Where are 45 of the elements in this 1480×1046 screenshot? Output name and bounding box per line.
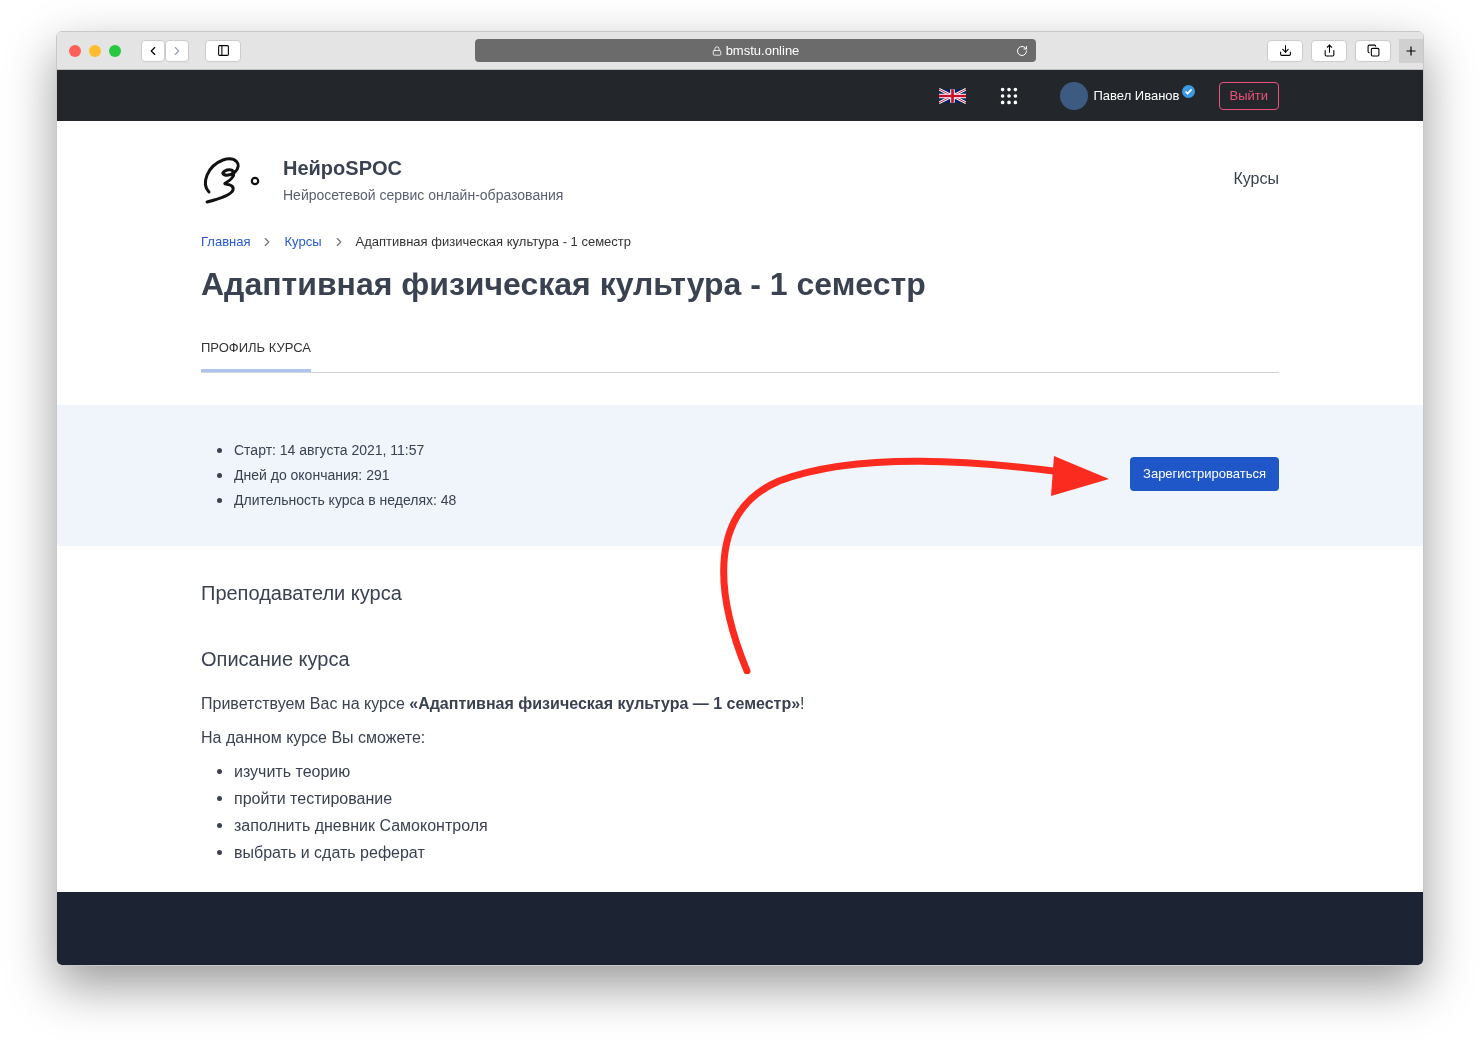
tabs-icon (1366, 44, 1380, 57)
bullet-icon (217, 769, 222, 774)
flag-icon[interactable] (938, 86, 966, 105)
bullet-icon (217, 473, 222, 478)
description-item: выбрать и сдать реферат (234, 843, 425, 862)
address-bar[interactable]: bmstu.online (475, 39, 1036, 62)
nav-link[interactable]: Курсы (1233, 167, 1279, 191)
share-icon (1322, 44, 1336, 57)
bullet-icon (217, 448, 222, 453)
sidebar-icon (216, 44, 230, 57)
tab[interactable]: ПРОФИЛЬ КУРСА (201, 337, 312, 372)
lock-icon (711, 45, 722, 56)
reload-icon[interactable] (1016, 44, 1028, 57)
bullet-icon (217, 796, 222, 801)
download-icon (1278, 44, 1292, 57)
description-paragraph: На данном курсе Вы сможете: (201, 728, 427, 748)
breadcrumb-link[interactable]: Главная (201, 232, 251, 252)
description-item: изучить теорию (234, 762, 351, 781)
brand-name: НейроSPOC (283, 156, 403, 181)
sidebar-button[interactable] (205, 39, 241, 62)
description-paragraph: Приветствуем Вас на курсе «Адаптивная физическая культура — 1 семестр»! (201, 694, 806, 714)
logout-button[interactable]: Выйти (1218, 81, 1279, 110)
back-button[interactable] (141, 39, 165, 62)
new-tab-button[interactable] (1399, 38, 1423, 63)
description-item: заполнить дневник Самоконтроля (234, 816, 488, 835)
download-button[interactable] (1267, 39, 1303, 62)
section-heading: Преподаватели курса (201, 581, 403, 606)
bullet-icon (217, 850, 222, 855)
share-button[interactable] (1311, 39, 1347, 62)
breadcrumb-current: Адаптивная физическая культура - 1 семестр (355, 233, 632, 251)
bullet-icon (217, 498, 222, 503)
user-name[interactable]: Павел Иванов (1093, 85, 1180, 106)
page-title: Адаптивная физическая культура - 1 семестр (201, 264, 927, 304)
info-item: Старт: 14 августа 2021, 11:57 (234, 441, 425, 460)
plus-icon (1404, 43, 1418, 58)
tabs-button[interactable] (1355, 39, 1391, 62)
bullet-icon (217, 823, 222, 828)
info-item: Дней до окончания: 291 (234, 466, 390, 485)
breadcrumb-link[interactable]: Курсы (284, 232, 322, 252)
register-button[interactable]: Зарегистрироваться (1130, 457, 1279, 491)
info-item: Длительность курса в неделях: 48 (234, 491, 457, 510)
url-text: bmstu.online (725, 41, 800, 60)
description-item: пройти тестирование (234, 789, 393, 808)
section-heading: Описание курса (201, 647, 351, 672)
brand-tagline: Нейросетевой сервис онлайн-образования (283, 186, 564, 205)
